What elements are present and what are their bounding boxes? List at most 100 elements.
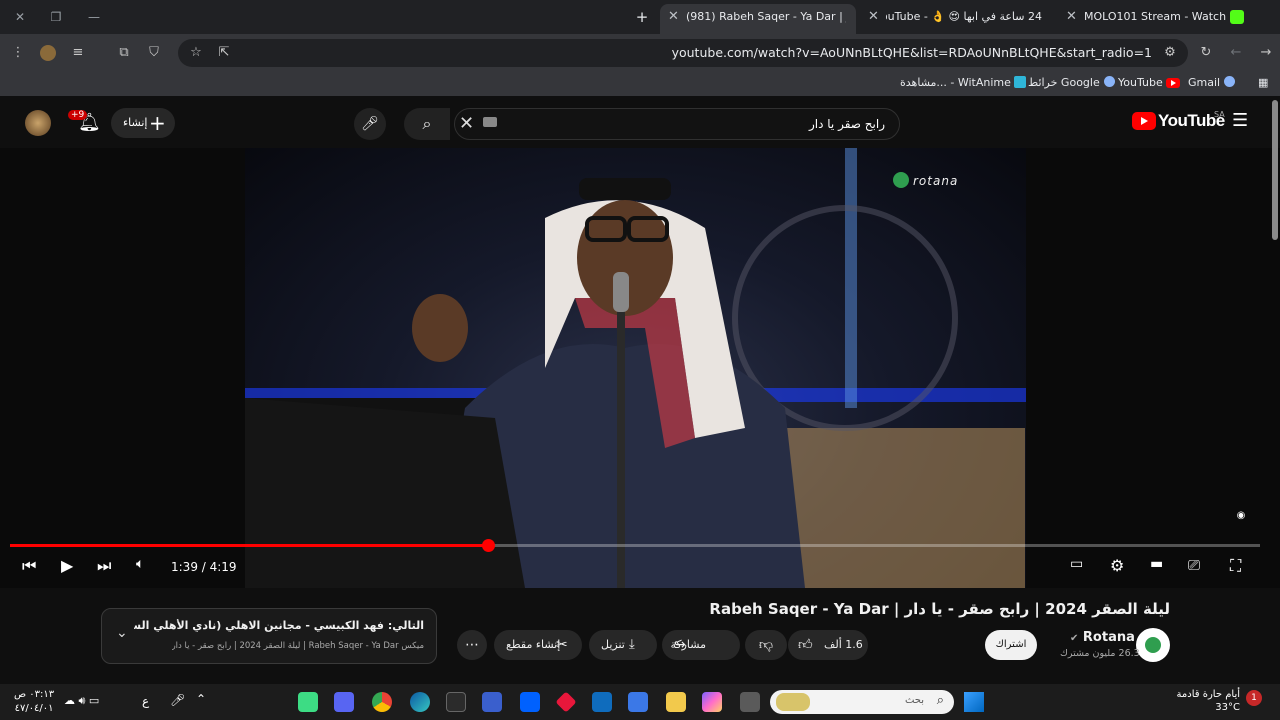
task-view-icon[interactable] [740, 692, 760, 712]
time-display: 1:39 / 4:19 [171, 560, 237, 574]
edge-icon[interactable] [410, 692, 430, 712]
tab-strip: ✕ ❐ — + ✕ (981) Rabeh Saqer - Ya Dar | د… [0, 0, 1280, 34]
progress-bar[interactable] [10, 539, 1260, 552]
play-icon[interactable]: ▶︎ [61, 556, 73, 575]
back-icon[interactable]: ← [1226, 43, 1246, 63]
next-video-card[interactable]: ⌄ التالي: فهد الكبيسي - مجانين الاهلي (ن… [101, 608, 437, 664]
language-indicator[interactable]: ع [142, 694, 149, 708]
region-code: SA [1214, 110, 1225, 119]
dropbox-icon[interactable] [520, 692, 540, 712]
tab-rabeh-saqer[interactable]: ✕ (981) Rabeh Saqer - Ya Dar | دار [660, 4, 856, 34]
restore-window-icon[interactable]: ❐ [44, 6, 68, 28]
close-tab-icon[interactable]: ✕ [1066, 4, 1077, 30]
cast-icon[interactable]: ⎚ [1188, 556, 1200, 574]
subtitles-icon[interactable]: ▭ [1070, 556, 1083, 572]
app-icon[interactable] [298, 692, 318, 712]
forward-icon[interactable]: → [1256, 43, 1276, 63]
video-player[interactable]: rotana ◉ ⏮︎ ▶︎ ⏭︎ 🔈︎ 1:39 / 4:19 ▭ ⚙︎ ▬ … [0, 148, 1280, 588]
url-text[interactable]: youtube.com/watch?v=AoUNnBLtQHE&list=RDA… [672, 39, 1152, 67]
bookmark-gmail[interactable]: Gmail [1188, 76, 1236, 89]
tray-icons[interactable]: ☁ 🔊︎ ▭ [64, 694, 99, 708]
windows-start-icon[interactable] [964, 692, 984, 712]
next-icon[interactable]: ⏭︎ [97, 556, 111, 576]
apps-grid-icon[interactable]: ▦ [1258, 76, 1268, 89]
address-bar[interactable]: ☆ ⇱ youtube.com/watch?v=AoUNnBLtQHE&list… [178, 39, 1188, 67]
microphone-icon[interactable]: 🎤︎ [354, 108, 386, 140]
clip-button[interactable]: ✂ إنشاء مقطع [494, 630, 582, 660]
copilot-icon[interactable] [702, 692, 722, 712]
shield-icon[interactable]: ⛉ [144, 43, 164, 63]
epic-games-icon[interactable] [446, 692, 466, 712]
theater-mode-icon[interactable]: ▬ [1150, 556, 1163, 572]
clear-search-icon[interactable]: ✕ [459, 113, 474, 134]
tab-title: (981) Rabeh Saqer - Ya Dar | دار [686, 10, 846, 23]
tab-title: MOLO101 Stream - Watch Live [1084, 10, 1238, 23]
minimize-window-icon[interactable]: — [82, 6, 106, 28]
app-icon[interactable] [555, 691, 577, 713]
search-highlight-icon [776, 693, 810, 711]
fullscreen-icon[interactable]: ⛶ [1230, 556, 1241, 576]
chrome-icon[interactable] [372, 692, 392, 712]
share-button[interactable]: ↪ مشاركة [662, 630, 740, 660]
page-scrollbar[interactable] [1272, 100, 1278, 240]
install-app-icon[interactable]: ⇱ [214, 43, 234, 63]
chevron-up-icon[interactable]: ⌃ [196, 692, 206, 706]
taskbar-search[interactable]: ⌕ بحث [770, 690, 954, 714]
account-avatar[interactable] [25, 110, 51, 136]
channel-name[interactable]: ✔ Rotana [1070, 630, 1135, 645]
youtube-header: 🔔︎ +9 إنشاء + 🎤︎ ⌕ ✕ رابح صقر يا دار You… [0, 96, 1280, 148]
dislike-button[interactable]: 👎︎ [745, 630, 787, 660]
menu-dots-icon[interactable]: ⋮ [8, 43, 28, 63]
close-window-icon[interactable]: ✕ [8, 6, 32, 28]
bookmark-youtube[interactable]: YouTube [1118, 76, 1181, 89]
progress-scrubber-handle[interactable] [481, 539, 495, 552]
video-frame[interactable]: rotana [245, 148, 1026, 588]
weather-widget[interactable]: أيام حارة قادمة 33°C [1170, 688, 1240, 714]
extensions-icon[interactable]: ⧉ [114, 43, 134, 63]
bookmark-google-maps[interactable]: خرائط Google [1028, 76, 1115, 89]
close-tab-icon[interactable]: ✕ [868, 4, 879, 30]
app-icon[interactable] [482, 692, 502, 712]
youtube-logo-icon[interactable] [1132, 112, 1156, 130]
hamburger-menu-icon[interactable]: ☰ [1232, 110, 1248, 131]
channel-avatar[interactable] [1136, 628, 1170, 662]
bookmark-witanime[interactable]: مشاهدة... - WitAnime [900, 76, 1027, 89]
discord-icon[interactable] [334, 692, 354, 712]
next-video-subtitle: ميكس Rabeh Saqer - Ya Dar | ليلة الصقر 2… [171, 641, 424, 651]
tab-abha[interactable]: ✕ 24 ساعة في ابها 😍 👌 - YouTube [860, 4, 1052, 34]
volume-icon[interactable]: 🔈︎ [136, 556, 144, 572]
subscribe-button[interactable]: اشتراك [985, 630, 1037, 660]
new-tab-button[interactable]: + [630, 6, 654, 28]
channel-watermark: rotana [893, 172, 958, 188]
profile-avatar-icon[interactable] [40, 45, 56, 61]
mic-tray-icon[interactable]: 🎤︎ [170, 693, 185, 707]
chevron-down-icon[interactable]: ⌄ [116, 625, 128, 641]
close-tab-icon[interactable]: ✕ [668, 4, 679, 30]
clock[interactable]: ٠٣:١٣ ص ٤٧/٠٤/٠١ [14, 688, 54, 716]
youtube-favicon-icon [1166, 78, 1181, 88]
performer-scene [245, 148, 1026, 588]
like-button[interactable]: 👍︎ 1.6 ألف [788, 630, 868, 660]
next-video-title: التالي: فهد الكبيسي - مجانين الاهلي (ناد… [134, 619, 424, 632]
reading-list-icon[interactable]: ≡ [68, 43, 88, 63]
notification-count[interactable]: 1 [1246, 690, 1262, 706]
more-actions-button[interactable]: ⋯ [457, 630, 487, 660]
witanime-favicon-icon [1014, 76, 1027, 88]
search-input[interactable]: ✕ رابح صقر يا دار [454, 108, 900, 140]
outlook-icon[interactable] [592, 692, 612, 712]
file-explorer-icon[interactable] [666, 692, 686, 712]
settings-gear-icon[interactable]: ⚙︎ [1110, 556, 1124, 575]
progress-played [10, 544, 488, 547]
download-button[interactable]: ⤓ تنزيل [589, 630, 657, 660]
site-settings-icon[interactable]: ⚙ [1160, 43, 1180, 63]
search-button[interactable]: ⌕ [404, 108, 450, 140]
tab-molo101[interactable]: ✕ MOLO101 Stream - Watch Live [1058, 4, 1248, 34]
plus-icon: + [149, 111, 166, 135]
search-icon: ⌕ [422, 114, 432, 133]
create-button[interactable]: إنشاء + [111, 108, 175, 138]
previous-icon[interactable]: ⏮︎ [22, 556, 36, 576]
reload-icon[interactable]: ↻ [1196, 43, 1216, 63]
bookmark-star-icon[interactable]: ☆ [186, 43, 206, 63]
store-icon[interactable] [628, 692, 648, 712]
keyboard-icon[interactable] [483, 117, 497, 127]
